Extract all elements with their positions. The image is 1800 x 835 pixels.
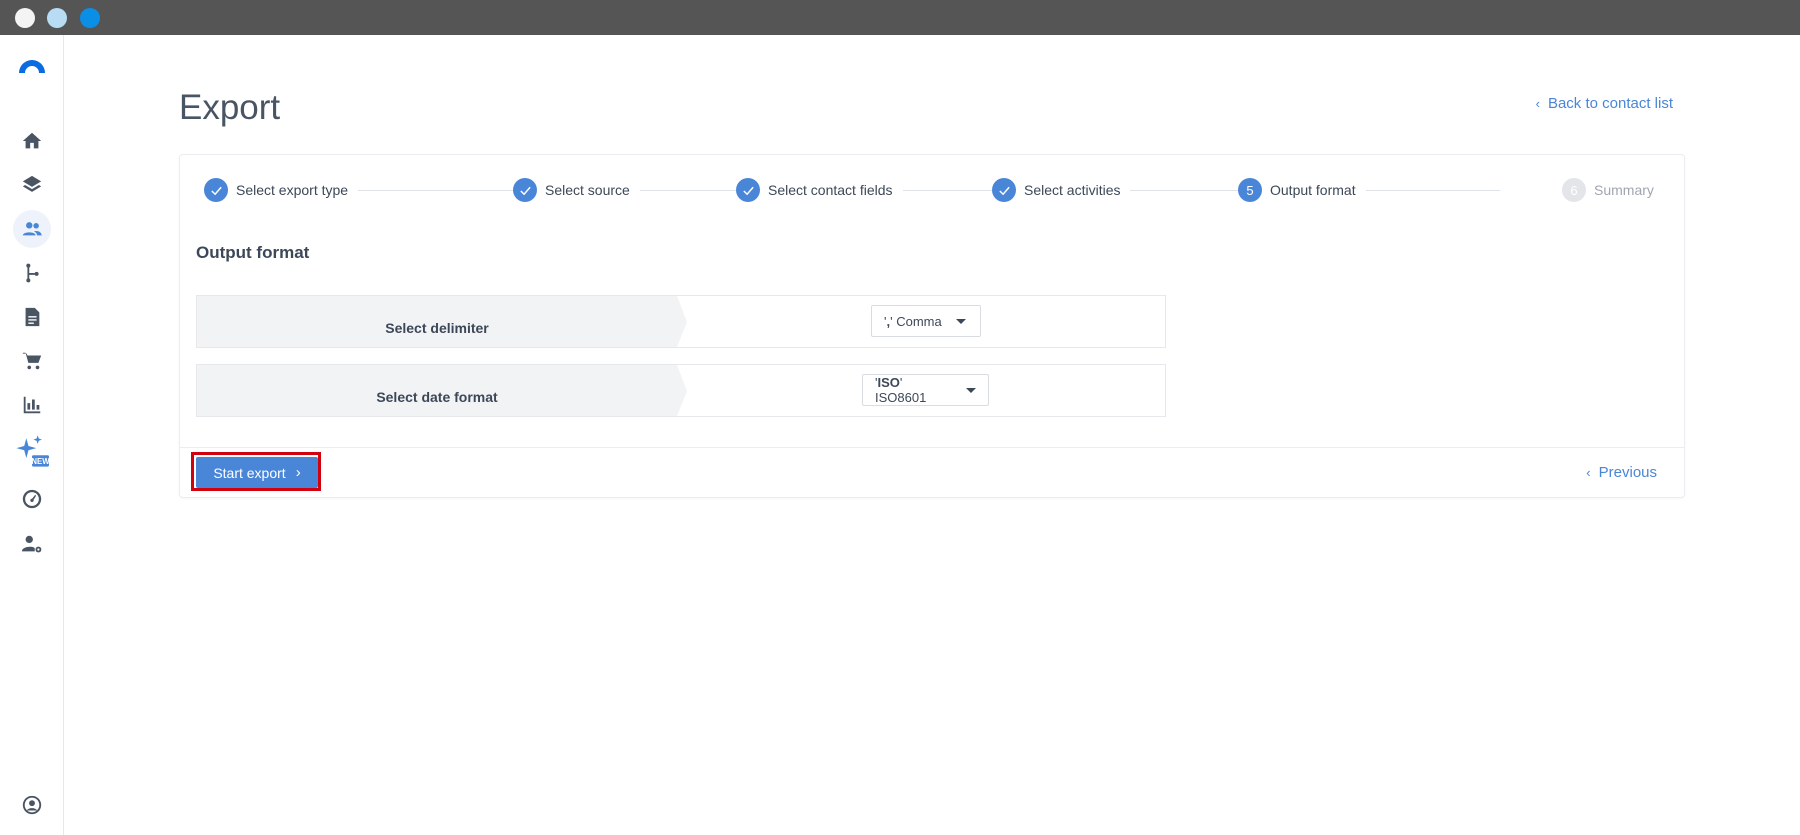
layers-icon [22, 175, 42, 192]
start-export-label: Start export [213, 464, 286, 481]
window-titlebar [0, 0, 1800, 35]
delimiter-label: Select delimiter [197, 296, 677, 347]
date-format-label: Select date format [197, 365, 677, 416]
delimiter-select[interactable]: ',' Comma [871, 305, 981, 337]
sidebar-item-user-settings[interactable] [13, 525, 51, 563]
wizard-stepper: Select export type Select source Select … [180, 175, 1686, 205]
home-icon [22, 132, 42, 149]
check-icon [992, 178, 1016, 202]
sidebar-item-dashboard[interactable] [13, 480, 51, 518]
date-format-select[interactable]: 'ISO' ISO8601 [862, 374, 989, 406]
chevron-left-icon: ‹ [1586, 465, 1591, 480]
sidebar-item-account[interactable] [13, 786, 51, 824]
sidebar-item-branches[interactable] [13, 254, 51, 292]
delimiter-row: Select delimiter ',' Comma [196, 295, 1166, 348]
delimiter-value: ',' Comma [884, 313, 942, 329]
check-icon [736, 178, 760, 202]
sidebar-item-home[interactable] [13, 122, 51, 160]
date-format-row: Select date format 'ISO' ISO8601 [196, 364, 1166, 417]
cart-icon [22, 352, 42, 370]
bar-chart-icon [23, 396, 41, 414]
window-minimize-dot[interactable] [47, 8, 67, 28]
check-icon [513, 178, 537, 202]
step-output-format[interactable]: 5 Output format [1238, 175, 1366, 205]
step-summary: 6 Summary [1562, 175, 1664, 205]
page-title: Export [179, 88, 281, 127]
section-title: Output format [196, 243, 310, 262]
step-select-activities[interactable]: Select activities [992, 175, 1131, 205]
sidebar-item-documents[interactable] [13, 298, 51, 336]
date-format-value: 'ISO' ISO8601 [875, 375, 927, 405]
sidebar-item-shop[interactable] [13, 342, 51, 380]
check-icon [204, 178, 228, 202]
step-number-5: 5 [1238, 178, 1262, 202]
sidebar-item-contacts[interactable] [13, 210, 51, 248]
branch-icon [26, 263, 39, 283]
chevron-left-icon: ‹ [1535, 96, 1540, 111]
speedometer-icon [22, 489, 42, 509]
step-select-export-type[interactable]: Select export type [204, 175, 359, 205]
sidebar-item-reports[interactable] [13, 386, 51, 424]
caret-down-icon [966, 387, 976, 393]
step-number-6: 6 [1562, 178, 1586, 202]
new-badge: NEW [31, 457, 49, 466]
row-arrow [677, 296, 687, 347]
wizard-footer: Start export › ‹ Previous [180, 447, 1684, 497]
chevron-right-icon: › [295, 464, 301, 481]
app-logo[interactable] [17, 56, 47, 74]
step-select-source[interactable]: Select source [513, 175, 640, 205]
sparkle-icon: NEW [16, 435, 49, 467]
sidebar-item-ai[interactable]: NEW [13, 432, 51, 470]
previous-label: Previous [1598, 464, 1657, 481]
contacts-icon [22, 222, 42, 236]
sidebar-item-layers[interactable] [13, 166, 51, 204]
start-export-button[interactable]: Start export › [191, 452, 321, 491]
step-select-contact-fields[interactable]: Select contact fields [736, 175, 903, 205]
caret-down-icon [955, 318, 966, 324]
row-arrow [677, 365, 687, 416]
window-close-dot[interactable] [15, 8, 35, 28]
account-icon [22, 795, 42, 815]
window-maximize-dot[interactable] [80, 8, 100, 28]
user-settings-icon [21, 535, 42, 553]
previous-link[interactable]: ‹ Previous [1586, 464, 1657, 481]
export-wizard-card: Select export type Select source Select … [179, 154, 1685, 498]
document-icon [25, 307, 40, 327]
sidebar: NEW [0, 35, 64, 835]
back-link-label: Back to contact list [1547, 95, 1673, 112]
back-to-contact-list-link[interactable]: ‹ Back to contact list [1536, 95, 1673, 112]
